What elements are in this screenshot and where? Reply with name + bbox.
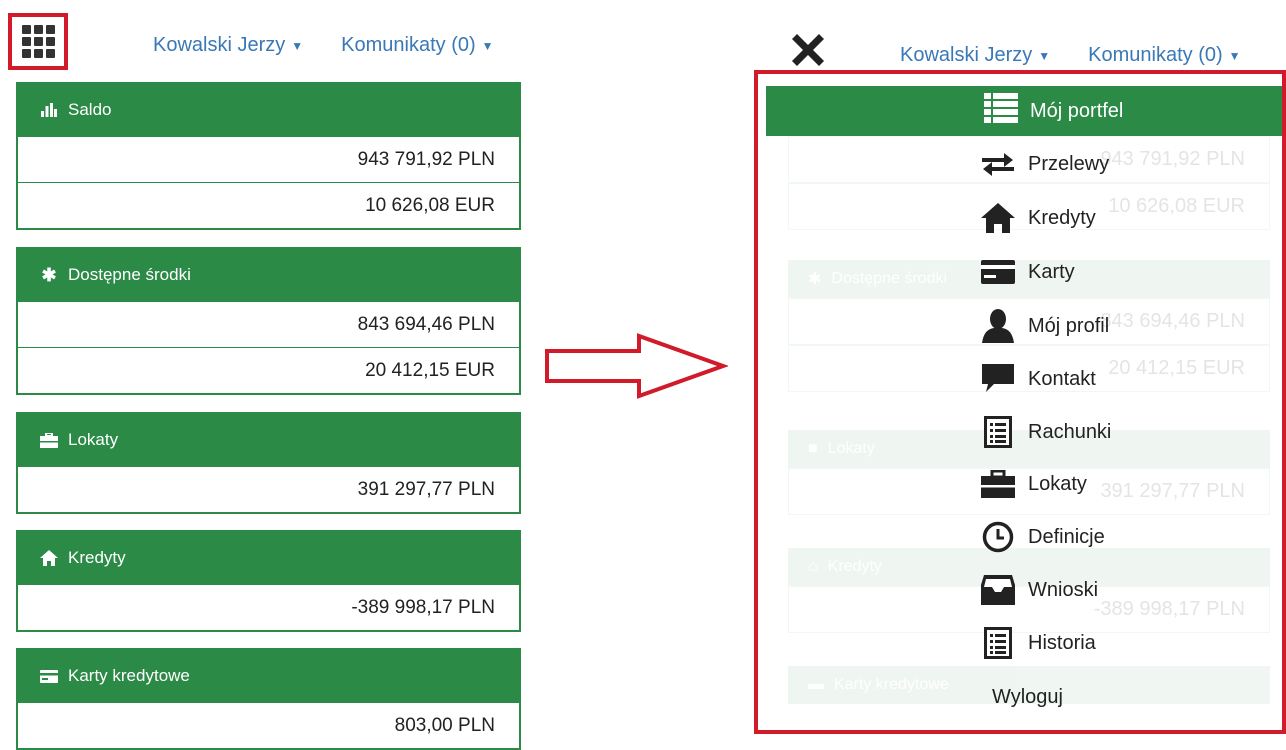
menu-item-label: Rachunki xyxy=(1028,420,1112,443)
menu-item-label: Definicje xyxy=(1028,525,1105,548)
top-nav-left: Kowalski Jerzy ▼ Komunikaty (0) ▼ xyxy=(153,34,494,57)
menu-item-deposits[interactable]: Lokaty xyxy=(980,464,1087,504)
card-title: Karty kredytowe xyxy=(68,666,190,685)
grid-icon xyxy=(21,25,55,58)
logout-link[interactable]: Wyloguj xyxy=(992,677,1063,717)
menu-item-cards[interactable]: Karty xyxy=(980,252,1075,292)
user-name: Kowalski Jerzy xyxy=(900,44,1033,66)
apps-menu-button[interactable] xyxy=(8,13,68,70)
menu-item-loans[interactable]: Kredyty xyxy=(980,198,1096,238)
card-title: Kredyty xyxy=(68,548,126,567)
close-icon xyxy=(792,34,824,66)
menu-item-contact[interactable]: Kontakt xyxy=(980,359,1096,399)
transfer-arrows-icon xyxy=(980,146,1016,182)
credit-card-icon xyxy=(980,254,1016,290)
caret-down-icon: ▼ xyxy=(1228,48,1241,63)
logout-label: Wyloguj xyxy=(992,685,1063,708)
menu-item-label: Kontakt xyxy=(1028,367,1096,390)
balance-value: 943 791,92 PLN xyxy=(18,136,519,182)
menu-header-label: Mój portfel xyxy=(1030,99,1124,122)
messages-label: Komunikaty (0) xyxy=(341,34,476,56)
card-title: Lokaty xyxy=(68,430,119,449)
bar-chart-icon xyxy=(40,103,58,117)
card-header[interactable]: Karty kredytowe xyxy=(18,650,519,702)
card-saldo: Saldo 943 791,92 PLN 10 626,08 EUR xyxy=(16,82,521,230)
menu-item-label: Mój profil xyxy=(1028,314,1110,337)
menu-item-transfers[interactable]: Przelewy xyxy=(980,144,1109,184)
ghost-title: Dostępne środki xyxy=(831,270,948,287)
balance-value: 391 297,77 PLN xyxy=(18,466,519,512)
ghost-title: Kredyty xyxy=(827,558,882,575)
menu-item-definitions[interactable]: Definicje xyxy=(980,517,1105,557)
user-dropdown[interactable]: Kowalski Jerzy ▼ xyxy=(900,44,1050,67)
menu-item-applications[interactable]: Wnioski xyxy=(980,570,1098,610)
transition-arrow-icon xyxy=(543,332,729,405)
document-list-icon xyxy=(980,414,1016,450)
menu-item-label: Wnioski xyxy=(1028,578,1099,601)
asterisk-icon: ✱ xyxy=(808,271,822,288)
home-icon: ⌂ xyxy=(808,558,818,575)
user-dropdown[interactable]: Kowalski Jerzy ▼ xyxy=(153,34,303,57)
menu-item-label: Karty xyxy=(1028,260,1075,283)
ghost-title: Karty kredytowe xyxy=(834,676,949,693)
list-icon xyxy=(984,93,1018,129)
briefcase-icon: ■ xyxy=(808,440,818,457)
briefcase-icon xyxy=(980,466,1016,502)
messages-label: Komunikaty (0) xyxy=(1088,44,1223,66)
close-menu-button[interactable] xyxy=(788,30,828,70)
balance-value: 10 626,08 EUR xyxy=(18,182,519,228)
balance-value: 803,00 PLN xyxy=(18,702,519,748)
menu-item-label: Kredyty xyxy=(1028,206,1096,229)
messages-dropdown[interactable]: Komunikaty (0) ▼ xyxy=(1088,44,1240,67)
user-name: Kowalski Jerzy xyxy=(153,34,286,56)
caret-down-icon: ▼ xyxy=(291,38,304,53)
credit-card-icon xyxy=(40,669,58,683)
credit-card-icon: ▬ xyxy=(808,676,824,693)
card-deposits: Lokaty 391 297,77 PLN xyxy=(16,412,521,514)
menu-item-accounts[interactable]: Rachunki xyxy=(980,412,1111,452)
clock-icon xyxy=(980,519,1016,555)
menu-item-my-portfolio[interactable]: Mój portfel xyxy=(766,86,1282,136)
user-icon xyxy=(980,308,1016,344)
menu-item-history[interactable]: Historia xyxy=(980,623,1096,663)
card-header[interactable]: Kredyty xyxy=(18,532,519,584)
menu-item-my-profile[interactable]: Mój profil xyxy=(980,306,1109,346)
menu-item-label: Przelewy xyxy=(1028,152,1110,175)
card-loans: Kredyty -389 998,17 PLN xyxy=(16,530,521,632)
briefcase-icon xyxy=(40,432,58,448)
card-title: Dostępne środki xyxy=(68,265,191,284)
messages-dropdown[interactable]: Komunikaty (0) ▼ xyxy=(341,34,493,57)
card-credit-cards: Karty kredytowe 803,00 PLN xyxy=(16,648,521,750)
caret-down-icon: ▼ xyxy=(1038,48,1051,63)
card-header[interactable]: Saldo xyxy=(18,84,519,136)
balance-value: 843 694,46 PLN xyxy=(18,301,519,347)
top-nav-right: Kowalski Jerzy ▼ Komunikaty (0) ▼ xyxy=(900,44,1241,67)
inbox-icon xyxy=(980,572,1016,608)
document-list-icon xyxy=(980,625,1016,661)
caret-down-icon: ▼ xyxy=(481,38,494,53)
balance-value: 20 412,15 EUR xyxy=(18,347,519,393)
ghost-title: Lokaty xyxy=(827,440,875,457)
menu-item-label: Historia xyxy=(1028,631,1096,654)
home-icon xyxy=(40,550,58,566)
navigation-menu-overlay: 943 791,92 PLN 10 626,08 EUR ✱ Dostępne ś… xyxy=(754,70,1286,734)
card-header[interactable]: Lokaty xyxy=(18,414,519,466)
card-title: Saldo xyxy=(68,100,112,119)
balance-value: -389 998,17 PLN xyxy=(18,584,519,630)
asterisk-icon: ✱ xyxy=(41,264,57,285)
home-icon xyxy=(980,200,1016,236)
chat-bubble-icon xyxy=(980,361,1016,397)
card-header[interactable]: ✱ Dostępne środki xyxy=(18,249,519,301)
menu-item-label: Lokaty xyxy=(1028,472,1087,495)
card-available-funds: ✱ Dostępne środki 843 694,46 PLN 20 412,… xyxy=(16,247,521,395)
